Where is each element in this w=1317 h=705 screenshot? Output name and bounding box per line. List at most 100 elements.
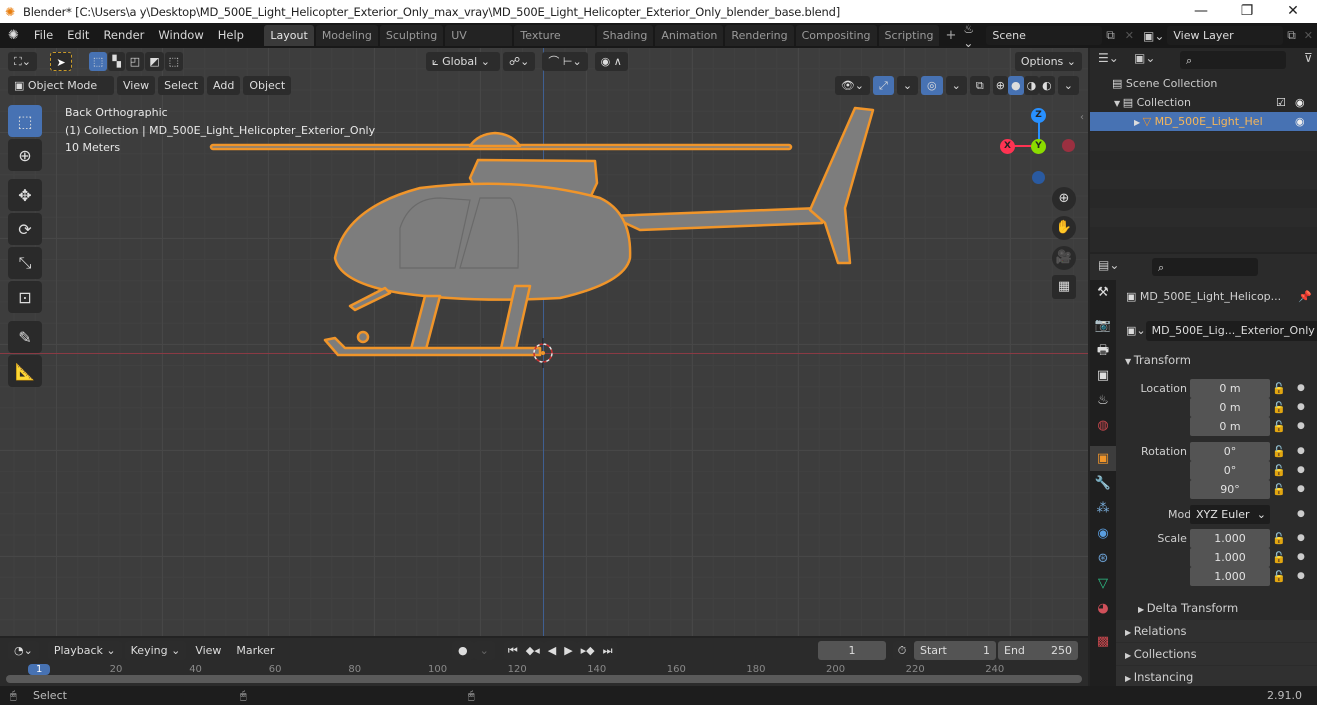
tab-modifiers-icon[interactable]: 🔧: [1090, 471, 1116, 496]
rotate-tool-icon[interactable]: ⟳: [8, 213, 42, 245]
location-z-field[interactable]: 0 m: [1190, 417, 1270, 436]
overlay-dropdown[interactable]: ⌄: [945, 75, 967, 95]
menu-render[interactable]: Render: [96, 23, 151, 48]
tab-modeling[interactable]: Modeling: [315, 25, 378, 46]
lock-icon[interactable]: 🔓: [1272, 417, 1286, 436]
cursor-tool-icon[interactable]: ⊕: [8, 139, 42, 171]
perspective-toggle-icon[interactable]: ▦: [1052, 275, 1076, 299]
pivot-point-icon[interactable]: ☍⌄: [503, 51, 536, 71]
play-reverse-icon[interactable]: ◀: [543, 641, 561, 660]
lock-icon[interactable]: 🔓: [1272, 461, 1286, 480]
navigation-gizmo[interactable]: Z X Y: [995, 103, 1085, 193]
keyframe-dot-icon[interactable]: ●: [1297, 529, 1305, 548]
timeline-scrollbar[interactable]: [6, 675, 1082, 683]
instancing-panel-header[interactable]: ▶ Instancing: [1116, 666, 1317, 686]
menu-select[interactable]: Select: [158, 75, 205, 95]
lock-icon[interactable]: 🔓: [1272, 567, 1286, 586]
tab-scripting[interactable]: Scripting: [878, 25, 940, 46]
shading-wireframe-icon[interactable]: ⊕: [992, 75, 1008, 95]
gizmo-y-axis[interactable]: Y: [1031, 139, 1046, 154]
menu-playback[interactable]: Playback ⌄: [47, 641, 122, 660]
mode-dropdown[interactable]: ▣ Object Mode ⌄: [8, 75, 114, 111]
tab-shading[interactable]: Shading: [596, 25, 654, 46]
sidebar-toggle-icon[interactable]: ‹: [1080, 112, 1084, 123]
visibility-eye-icon[interactable]: ◉: [1295, 93, 1305, 112]
scale-z-field[interactable]: 1.000: [1190, 567, 1270, 586]
scale-tool-icon[interactable]: ⤡: [8, 247, 42, 279]
expand-arrow-icon[interactable]: ▼: [1114, 99, 1123, 108]
tab-scene-icon[interactable]: ♨: [1090, 388, 1116, 413]
menu-view[interactable]: View: [117, 75, 156, 95]
blender-menu-icon[interactable]: ✺: [0, 28, 27, 43]
gizmo-neg-x-axis[interactable]: [1062, 139, 1075, 152]
menu-help[interactable]: Help: [211, 23, 251, 48]
pin-icon[interactable]: 📌: [1298, 288, 1312, 306]
relations-panel-header[interactable]: ▶ Relations: [1116, 620, 1317, 642]
3d-viewport[interactable]: ⛶⌄ ➤ ⬚ ▚ ◰ ◩ ⬚ ⟀ Global ⌄ ☍⌄ ⌒ ⊢⌄ ◉ ∧ Op…: [0, 48, 1088, 636]
annotate-tool-icon[interactable]: ✎: [8, 321, 42, 353]
gizmo-toggle-icon[interactable]: ⤢: [873, 75, 894, 95]
rotation-mode-dropdown[interactable]: XYZ Euler ⌄: [1190, 505, 1270, 524]
transform-panel-header[interactable]: ▼ Transform: [1116, 349, 1317, 371]
measure-tool-icon[interactable]: 📐: [8, 355, 42, 387]
select-mode-invert-icon[interactable]: ◩: [145, 51, 164, 71]
auto-keying-dropdown[interactable]: ⌄: [473, 641, 495, 660]
lock-icon[interactable]: 🔓: [1272, 398, 1286, 417]
menu-window[interactable]: Window: [151, 23, 210, 48]
close-button[interactable]: ✕: [1270, 0, 1316, 23]
outliner-filter-layer-icon[interactable]: ▣⌄: [1134, 51, 1155, 65]
view-layer-icon[interactable]: ▣⌄: [1140, 29, 1167, 43]
tab-object-icon[interactable]: ▣: [1090, 446, 1116, 471]
tab-texture-paint[interactable]: Texture Paint: [514, 25, 595, 63]
keyframe-dot-icon[interactable]: ●: [1297, 461, 1305, 480]
gizmo-dropdown[interactable]: ⌄: [896, 75, 919, 95]
expand-arrow-icon[interactable]: ▶: [1134, 118, 1143, 127]
rotation-z-field[interactable]: 90°: [1190, 480, 1270, 499]
scene-name-field[interactable]: Scene: [986, 26, 1103, 45]
timeline-editor-type-icon[interactable]: ◔⌄: [8, 641, 39, 660]
editor-type-icon[interactable]: ⛶⌄: [8, 51, 37, 71]
transform-orientation-dropdown[interactable]: ⟀ Global ⌄: [426, 51, 501, 71]
select-mode-intersect-icon[interactable]: ⬚: [164, 51, 184, 71]
scene-selector-icon[interactable]: ♨⌄: [960, 22, 986, 50]
outliner-item-helicopter[interactable]: ▶ ▽ MD_500E_Light_Hel ◉: [1090, 112, 1317, 131]
keyframe-dot-icon[interactable]: ●: [1297, 505, 1305, 524]
lock-icon[interactable]: 🔓: [1272, 379, 1286, 398]
filter-icon[interactable]: ⊽: [1304, 51, 1313, 65]
outliner-item-scene-collection[interactable]: ▤ Scene Collection: [1090, 74, 1317, 93]
properties-editor-type-icon[interactable]: ▤⌄: [1098, 258, 1119, 272]
gizmo-z-axis[interactable]: Z: [1031, 108, 1046, 123]
tab-sculpting[interactable]: Sculpting: [379, 25, 444, 46]
view-layer-field[interactable]: View Layer: [1167, 26, 1284, 45]
menu-file[interactable]: File: [27, 23, 60, 48]
tab-render-icon[interactable]: 📷: [1090, 313, 1116, 338]
keyframe-dot-icon[interactable]: ●: [1297, 379, 1305, 398]
shading-material-icon[interactable]: ◑: [1023, 75, 1040, 95]
delete-scene-icon[interactable]: ✕: [1119, 29, 1140, 42]
lock-icon[interactable]: 🔓: [1272, 529, 1286, 548]
gizmo-x-axis[interactable]: X: [1000, 139, 1015, 154]
menu-timeline-view[interactable]: View: [189, 641, 227, 660]
options-dropdown[interactable]: Options ⌄: [1014, 51, 1082, 71]
tab-constraints-icon[interactable]: ⊛: [1090, 546, 1116, 571]
proportional-edit-icon[interactable]: ◉ ∧: [594, 51, 628, 71]
menu-edit[interactable]: Edit: [60, 23, 96, 48]
tab-particles-icon[interactable]: ⁂: [1090, 496, 1116, 521]
select-mode-new-icon[interactable]: ⬚: [88, 51, 108, 71]
jump-to-start-icon[interactable]: ⏮: [503, 641, 522, 660]
object-browse-icon[interactable]: ▣⌄: [1126, 321, 1146, 341]
visibility-eye-icon[interactable]: ◉: [1295, 112, 1305, 131]
select-mode-subtract-icon[interactable]: ◰: [125, 51, 145, 71]
lock-icon[interactable]: 🔓: [1272, 480, 1286, 499]
tab-texture-icon[interactable]: ▩: [1090, 629, 1116, 654]
tab-layout[interactable]: Layout: [264, 25, 314, 46]
delta-transform-subpanel[interactable]: ▶ Delta Transform: [1116, 597, 1317, 619]
lock-icon[interactable]: 🔓: [1272, 548, 1286, 567]
start-frame-field[interactable]: Start 1: [914, 641, 996, 660]
xray-toggle-icon[interactable]: ⧉: [969, 75, 990, 95]
add-workspace-button[interactable]: +: [941, 28, 960, 43]
jump-to-next-keyframe-icon[interactable]: ▸◆: [576, 641, 599, 660]
tab-view-layer-icon[interactable]: ▣: [1090, 363, 1116, 388]
location-x-field[interactable]: 0 m: [1190, 379, 1270, 398]
object-name-field[interactable]: MD_500E_Lig..._Exterior_Only: [1145, 321, 1317, 341]
